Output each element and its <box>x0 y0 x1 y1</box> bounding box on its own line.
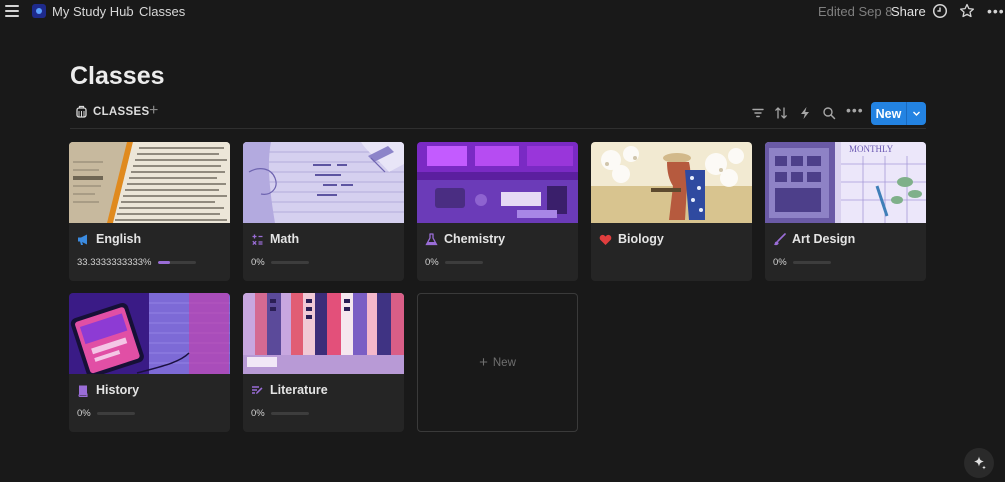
calculator-icon <box>252 234 263 245</box>
progress-bar <box>96 412 135 415</box>
sparkle-icon <box>974 456 986 470</box>
view-more-icon[interactable]: ••• <box>846 103 863 117</box>
gallery-card-math[interactable]: Math 0% <box>243 142 404 281</box>
card-title-text: Chemistry <box>444 232 506 246</box>
progress-row: 0% <box>251 257 309 268</box>
card-cover-image <box>243 142 404 223</box>
breadcrumb-page[interactable]: Classes <box>139 4 185 19</box>
progress-bar <box>792 261 831 264</box>
ai-assistant-button[interactable] <box>964 448 994 478</box>
card-cover-image <box>243 293 404 374</box>
edited-timestamp[interactable]: Edited Sep 8 <box>818 4 892 19</box>
new-button[interactable]: New <box>871 102 926 125</box>
card-cover-image <box>417 142 578 223</box>
workspace-icon <box>32 4 46 18</box>
new-card-label: New <box>492 356 516 369</box>
card-title-text: English <box>96 232 142 246</box>
share-button[interactable]: Share <box>891 4 926 19</box>
progress-row: 0% <box>425 257 483 268</box>
new-button-label: New <box>871 102 907 125</box>
card-title-text: Biology <box>618 232 664 246</box>
card-title-text: History <box>96 383 140 397</box>
card-title-text: Literature <box>270 383 328 397</box>
progress-label: 0% <box>251 257 265 268</box>
breadcrumb-separator: / <box>126 4 130 19</box>
more-options-icon[interactable]: ••• <box>987 4 1004 20</box>
card-title: Biology <box>599 232 664 246</box>
progress-label: 0% <box>77 408 91 419</box>
brush-icon <box>773 232 786 245</box>
breadcrumb-workspace[interactable]: My Study Hub <box>52 4 134 19</box>
text-edit-icon <box>252 385 263 394</box>
progress-label: 0% <box>425 257 439 268</box>
card-cover-image: MONTHLY <box>765 142 926 223</box>
progress-row: 0% <box>773 257 831 268</box>
card-title: Chemistry <box>425 232 505 246</box>
progress-bar <box>444 261 483 264</box>
clock-icon[interactable] <box>932 3 948 19</box>
menu-icon[interactable] <box>5 4 19 18</box>
card-cover-image <box>591 142 752 223</box>
card-cover-image <box>69 293 230 374</box>
page-title: Classes <box>70 62 165 90</box>
progress-bar <box>157 261 196 264</box>
backpack-icon <box>76 105 87 118</box>
megaphone-icon <box>78 234 87 245</box>
progress-bar <box>270 412 309 415</box>
add-view-icon[interactable]: + <box>149 103 158 119</box>
card-title: Literature <box>251 383 328 397</box>
gallery-card-english[interactable]: English 33.3333333333% <box>69 142 230 281</box>
plus-icon: + <box>479 354 488 371</box>
lightning-icon[interactable] <box>798 106 812 120</box>
card-title: History <box>77 383 139 397</box>
progress-row: 0% <box>251 408 309 419</box>
gallery-card-biology[interactable]: Biology <box>591 142 752 281</box>
view-tab-label: CLASSES <box>93 105 150 118</box>
sort-icon[interactable] <box>774 106 788 120</box>
star-icon[interactable] <box>959 3 975 19</box>
progress-label: 0% <box>773 257 787 268</box>
search-icon[interactable] <box>822 106 836 120</box>
gallery-card-art-design[interactable]: MONTHLY Art Design 0% <box>765 142 926 281</box>
card-title-text: Art Design <box>792 232 856 246</box>
book-icon <box>78 385 88 397</box>
database-view-bar: CLASSES + ••• New <box>70 101 926 129</box>
card-cover-image <box>69 142 230 223</box>
chevron-down-icon[interactable] <box>907 102 926 125</box>
heart-icon <box>599 234 612 245</box>
top-bar: My Study Hub / Classes Edited Sep 8 Shar… <box>0 0 1005 24</box>
card-title: Math <box>251 232 299 246</box>
filter-icon[interactable] <box>751 106 765 120</box>
progress-row: 0% <box>77 408 135 419</box>
progress-row: 33.3333333333% <box>77 257 196 268</box>
progress-label: 33.3333333333% <box>77 257 152 268</box>
card-title-text: Math <box>270 232 300 246</box>
progress-label: 0% <box>251 408 265 419</box>
gallery-card-chemistry[interactable]: Chemistry 0% <box>417 142 578 281</box>
gallery-card-history[interactable]: History 0% <box>69 293 230 432</box>
new-card-button[interactable]: + New <box>417 293 578 432</box>
flask-icon <box>425 232 438 245</box>
svg-text:MONTHLY: MONTHLY <box>849 144 894 154</box>
progress-bar <box>270 261 309 264</box>
card-title: Art Design <box>773 232 855 246</box>
view-tab-classes[interactable]: CLASSES <box>75 105 149 118</box>
card-title: English <box>77 232 141 246</box>
gallery-card-literature[interactable]: Literature 0% <box>243 293 404 432</box>
